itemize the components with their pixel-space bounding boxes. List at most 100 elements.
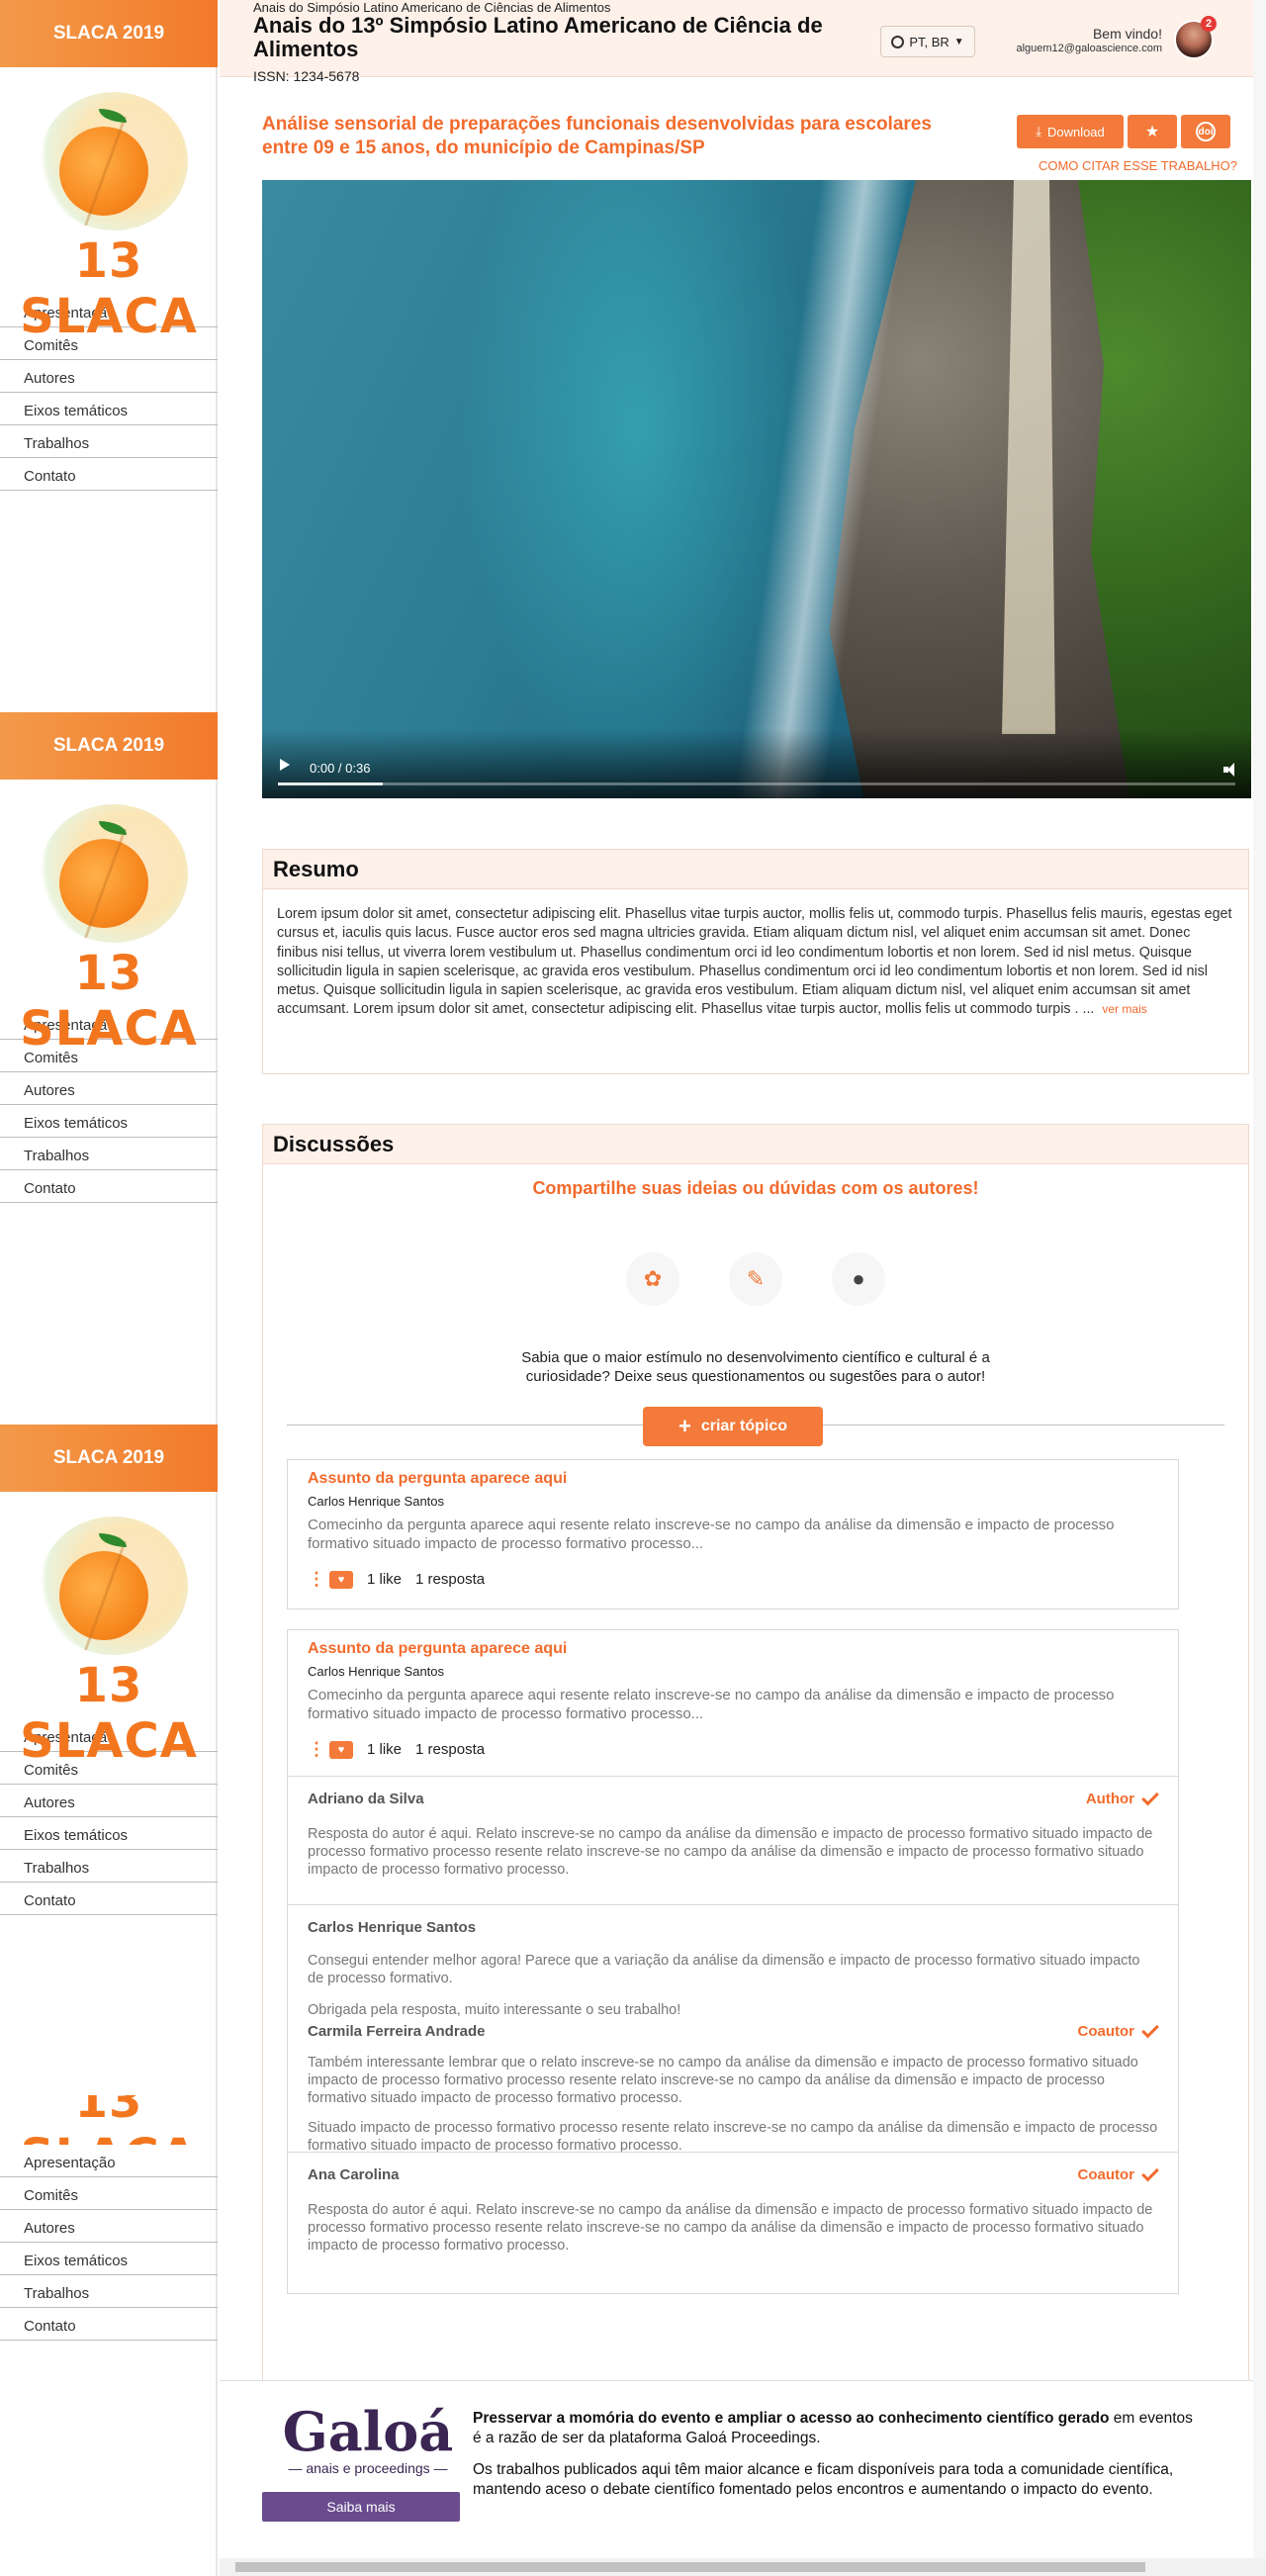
event-name[interactable]: SLACA 2019 bbox=[0, 1425, 218, 1492]
sidebar-block: SLACA 2019 13 SLACA Apresentação Comitês… bbox=[0, 712, 218, 1203]
footer: Galoá — anais e proceedings — Saiba mais… bbox=[220, 2380, 1253, 2558]
language-selector[interactable]: PT, BR ▼ bbox=[880, 26, 975, 57]
reply-author: Adriano da Silva bbox=[308, 1790, 424, 1807]
check-icon bbox=[1141, 2020, 1159, 2038]
read-more-link[interactable]: ver mais bbox=[1102, 1002, 1146, 1016]
sidebar-item-eixos[interactable]: Eixos temáticos bbox=[0, 1817, 218, 1850]
chevron-down-icon: ▼ bbox=[953, 36, 964, 47]
sidebar-item-trabalhos[interactable]: Trabalhos bbox=[0, 425, 218, 458]
people-icon: ● bbox=[832, 1252, 885, 1306]
chat-search-icon: ✎ bbox=[729, 1252, 782, 1306]
sidebar-item-trabalhos[interactable]: Trabalhos bbox=[0, 2275, 218, 2308]
doi-icon: doi bbox=[1196, 122, 1216, 141]
sidebar-item-eixos[interactable]: Eixos temáticos bbox=[0, 2243, 218, 2275]
reply-author: Carlos Henrique Santos bbox=[308, 1918, 477, 1936]
role-label: Coautor bbox=[1077, 2165, 1135, 2183]
work-title: Análise sensorial de preparações funcion… bbox=[262, 114, 932, 158]
video-controls: 0:00 / 0:36 bbox=[262, 729, 1251, 798]
sidebar-item-contato[interactable]: Contato bbox=[0, 1883, 218, 1915]
galoa-logo[interactable]: Galoá — anais e proceedings — bbox=[269, 2405, 467, 2476]
more-options-icon[interactable]: ⋮ bbox=[308, 1739, 325, 1760]
sidebar-block: SLACA 2019 13 SLACA Apresentação Comitês… bbox=[0, 1425, 218, 1915]
sidebar-item-autores[interactable]: Autores bbox=[0, 360, 218, 393]
logo-text: 13 SLACA bbox=[20, 233, 198, 344]
reply-role: Coautor bbox=[1077, 2163, 1159, 2183]
page-title: Anais do 13º Simpósio Latino Americano d… bbox=[253, 13, 823, 62]
event-logo[interactable]: 13 SLACA bbox=[0, 67, 218, 344]
abstract-text: Lorem ipsum dolor sit amet, consectetur … bbox=[263, 889, 1248, 1034]
video-progress[interactable] bbox=[278, 782, 1235, 785]
event-logo[interactable]: 13 SLACA bbox=[0, 780, 218, 1057]
reply-count[interactable]: 1 resposta bbox=[415, 1571, 485, 1588]
sidebar-item-autores[interactable]: Autores bbox=[0, 1072, 218, 1105]
sidebar-item-eixos[interactable]: Eixos temáticos bbox=[0, 1105, 218, 1138]
sidebar-item-contato[interactable]: Contato bbox=[0, 458, 218, 491]
sidebar: SLACA 2019 13 SLACA Apresentação Comitês… bbox=[0, 0, 218, 2576]
reply: Carlos Henrique Santos Consegui entender… bbox=[288, 1903, 1178, 2018]
like-button[interactable]: ♥ bbox=[329, 1570, 353, 1589]
footer-lead: Presservar a momória do evento e ampliar… bbox=[473, 2410, 1110, 2427]
notification-badge[interactable]: 2 bbox=[1201, 16, 1217, 32]
discussions-heading: Discussões bbox=[263, 1125, 1248, 1164]
hand-plant-icon: ✿ bbox=[626, 1252, 679, 1306]
footer-text: Presservar a momória do evento e ampliar… bbox=[473, 2409, 1205, 2501]
abstract-panel: Resumo Lorem ipsum dolor sit amet, conse… bbox=[262, 849, 1249, 1074]
sidebar-block: 13 SLACA Apresentação Comitês Autores Ei… bbox=[0, 2095, 218, 2422]
favorite-button[interactable]: ★ bbox=[1128, 115, 1177, 148]
sidebar-item-apresentacao[interactable]: Apresentação bbox=[0, 2145, 218, 2177]
discussions-note: Sabia que o maior estímulo no desenvolvi… bbox=[521, 1349, 990, 1385]
play-icon[interactable] bbox=[280, 759, 290, 771]
topic-title[interactable]: Assunto da pergunta aparece aqui bbox=[308, 1470, 1158, 1488]
reply-role: Author bbox=[1086, 1788, 1159, 1807]
reply-text: Resposta do autor é aqui. Relato inscrev… bbox=[308, 2201, 1153, 2254]
reply-author: Carmila Ferreira Andrade bbox=[308, 2022, 486, 2040]
event-name[interactable]: SLACA 2019 bbox=[0, 712, 218, 780]
sidebar-item-trabalhos[interactable]: Trabalhos bbox=[0, 1138, 218, 1170]
sidebar-block: SLACA 2019 13 SLACA Apresentação Comitês… bbox=[0, 0, 218, 491]
sidebar-item-autores[interactable]: Autores bbox=[0, 2210, 218, 2243]
video-player[interactable]: 0:00 / 0:36 bbox=[262, 180, 1251, 798]
create-topic-row: + criar tópico bbox=[287, 1405, 1224, 1446]
sidebar-item-contato[interactable]: Contato bbox=[0, 1170, 218, 1203]
sidebar-item-contato[interactable]: Contato bbox=[0, 2308, 218, 2341]
check-icon bbox=[1141, 2163, 1159, 2181]
horizontal-scrollbar[interactable] bbox=[220, 2558, 1266, 2576]
download-button[interactable]: ⤓ Download bbox=[1017, 115, 1124, 148]
like-button[interactable]: ♥ bbox=[329, 1740, 353, 1759]
sidebar-item-trabalhos[interactable]: Trabalhos bbox=[0, 1850, 218, 1883]
more-options-icon[interactable]: ⋮ bbox=[308, 1569, 325, 1590]
event-logo[interactable]: 13 SLACA bbox=[0, 1492, 218, 1769]
reply: Adriano da Silva Author Resposta do auto… bbox=[288, 1775, 1178, 1904]
doi-button[interactable]: doi bbox=[1181, 115, 1230, 148]
topic-title[interactable]: Assunto da pergunta aparece aqui bbox=[308, 1640, 1158, 1658]
language-label: PT, BR bbox=[909, 34, 950, 49]
topic-card[interactable]: Assunto da pergunta aparece aqui Carlos … bbox=[287, 1459, 1179, 1610]
volume-icon[interactable] bbox=[1223, 763, 1237, 777]
galoa-wordmark: Galoá bbox=[282, 2400, 454, 2463]
discussions-icons: ✿ ✎ ● bbox=[263, 1252, 1248, 1306]
vertical-scrollbar[interactable] bbox=[1253, 0, 1266, 2558]
cite-link[interactable]: COMO CITAR ESSE TRABALHO? bbox=[1017, 158, 1237, 173]
welcome-text: Bem vindo! bbox=[1092, 26, 1162, 42]
reply: Carmila Ferreira Andrade Coautor Também … bbox=[288, 2015, 1178, 2154]
sidebar-item-eixos[interactable]: Eixos temáticos bbox=[0, 393, 218, 425]
check-icon bbox=[1141, 1788, 1159, 1805]
scrollbar-thumb[interactable] bbox=[235, 2562, 1145, 2572]
plus-icon: + bbox=[678, 1413, 691, 1438]
learn-more-button[interactable]: Saiba mais bbox=[262, 2492, 460, 2522]
globe-icon bbox=[891, 35, 905, 48]
create-topic-button[interactable]: + criar tópico bbox=[643, 1406, 823, 1446]
download-label: Download bbox=[1046, 124, 1105, 139]
event-name[interactable]: SLACA 2019 bbox=[0, 0, 218, 67]
logo-text: 13 SLACA bbox=[20, 1658, 198, 1769]
heart-icon: ♥ bbox=[337, 1573, 345, 1586]
issn: ISSN: 1234-5678 bbox=[253, 68, 360, 84]
sidebar-item-comites[interactable]: Comitês bbox=[0, 2177, 218, 2210]
galoa-tagline: — anais e proceedings — bbox=[288, 2460, 448, 2476]
reply-count[interactable]: 1 resposta bbox=[415, 1741, 485, 1758]
logo-text: 13 SLACA bbox=[20, 2095, 197, 2145]
topic-card[interactable]: Assunto da pergunta aparece aqui Carlos … bbox=[287, 1629, 1179, 2294]
footer-paragraph: Os trabalhos publicados aqui têm maior a… bbox=[473, 2461, 1174, 2499]
event-logo[interactable]: 13 SLACA bbox=[0, 2095, 218, 2145]
sidebar-item-autores[interactable]: Autores bbox=[0, 1785, 218, 1817]
